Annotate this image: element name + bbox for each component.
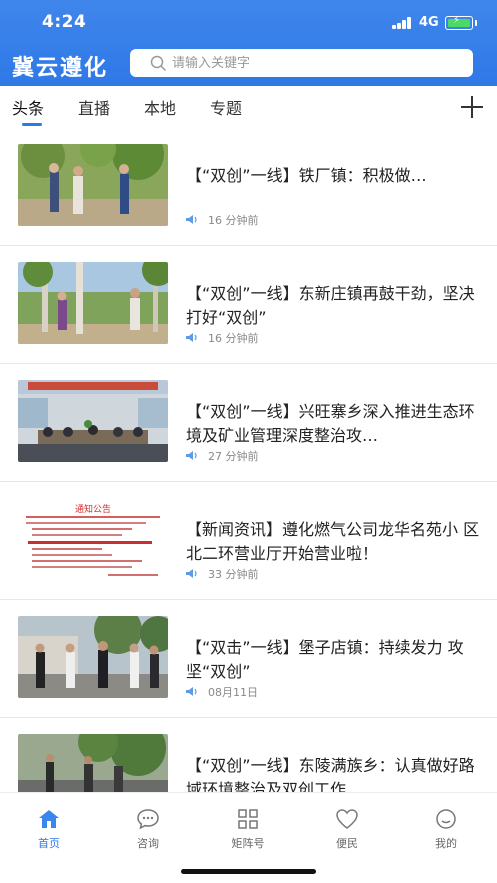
nav-label: 首页 xyxy=(38,837,60,850)
app-title: 冀云遵化 xyxy=(12,55,109,81)
battery-cap xyxy=(475,20,477,26)
nav-matrix[interactable]: 矩阵号 xyxy=(208,807,288,853)
audio-icon[interactable] xyxy=(186,686,198,697)
news-time: 33 分钟前 xyxy=(208,568,259,581)
news-thumbnail xyxy=(18,616,168,698)
news-time: 16 分钟前 xyxy=(208,332,259,345)
battery-icon: ⚡ xyxy=(445,15,473,30)
network-type: 4G xyxy=(419,15,439,30)
news-item[interactable]: 【“双创”一线】东陵满族乡：认真做好路域环境整治及双创工作 xyxy=(0,718,497,792)
news-thumbnail xyxy=(18,262,168,344)
search-box[interactable] xyxy=(130,49,473,77)
search-icon xyxy=(150,55,166,71)
news-item[interactable]: 【“双创”一线】兴旺寨乡深入推进生态环境及矿业管理深度整治攻… 27 分钟前 xyxy=(0,364,497,482)
nav-home[interactable]: 首页 xyxy=(9,807,89,853)
news-thumbnail xyxy=(18,144,168,226)
tab-local[interactable]: 本地 xyxy=(144,95,176,119)
audio-icon[interactable] xyxy=(186,332,198,343)
news-title: 【新闻资讯】遵化燃气公司龙华名苑小 区北二环营业厅开始营业啦！ xyxy=(186,520,480,563)
news-time: 08月11日 xyxy=(208,686,258,699)
news-item[interactable]: 通知公告 【新闻资讯】遵化燃气公司龙华名苑小 区北二环营业厅开始营业啦！ 33 … xyxy=(0,482,497,600)
news-title: 【“双创”一线】铁厂镇：积极做… xyxy=(186,166,427,185)
news-title: 【“双击”一线】堡子店镇：持续发力 攻坚“双创” xyxy=(186,638,464,681)
nav-label: 我的 xyxy=(435,837,457,850)
active-tab-indicator xyxy=(22,123,42,126)
tab-live[interactable]: 直播 xyxy=(78,95,110,119)
status-bar: 4:24 4G ⚡ xyxy=(0,0,497,44)
nav-convenience[interactable]: 便民 xyxy=(307,807,387,853)
search-input[interactable] xyxy=(172,49,462,77)
home-indicator xyxy=(181,869,316,874)
news-title: 【“双创”一线】东陵满族乡：认真做好路域环境整治及双创工作 xyxy=(186,756,475,792)
notice-text-lines xyxy=(26,516,160,576)
news-thumbnail xyxy=(18,380,168,462)
tab-topics[interactable]: 专题 xyxy=(210,95,242,119)
profile-icon xyxy=(436,809,456,829)
news-feed: 【“双创”一线】铁厂镇：积极做… 16 分钟前 【“双创”一线】东新庄镇再鼓干劲… xyxy=(0,128,497,792)
add-channel-icon[interactable] xyxy=(461,96,483,118)
news-title: 【“双创”一线】东新庄镇再鼓干劲，坚决打好“双创” xyxy=(186,284,475,327)
audio-icon[interactable] xyxy=(186,568,198,579)
news-item[interactable]: 【“双创”一线】铁厂镇：积极做… 16 分钟前 xyxy=(0,128,497,246)
nav-label: 咨询 xyxy=(137,837,159,850)
news-thumbnail xyxy=(18,734,168,792)
tab-headlines[interactable]: 头条 xyxy=(12,95,44,119)
nav-label: 便民 xyxy=(336,837,358,850)
news-thumbnail: 通知公告 xyxy=(18,498,168,580)
app-header: 4:24 4G ⚡ 冀云遵化 xyxy=(0,0,497,86)
news-time: 27 分钟前 xyxy=(208,450,259,463)
news-item[interactable]: 【“双击”一线】堡子店镇：持续发力 攻坚“双创” 08月11日 xyxy=(0,600,497,718)
audio-icon[interactable] xyxy=(186,214,198,225)
channel-tabs: 头条 直播 本地 专题 xyxy=(0,86,497,128)
news-time: 16 分钟前 xyxy=(208,214,259,227)
grid-icon xyxy=(238,809,258,829)
chat-icon xyxy=(137,809,159,830)
audio-icon[interactable] xyxy=(186,450,198,461)
status-time: 4:24 xyxy=(42,12,87,32)
news-item[interactable]: 【“双创”一线】东新庄镇再鼓干劲，坚决打好“双创” 16 分钟前 xyxy=(0,246,497,364)
home-icon xyxy=(39,810,59,828)
news-title: 【“双创”一线】兴旺寨乡深入推进生态环境及矿业管理深度整治攻… xyxy=(186,402,475,445)
nav-consult[interactable]: 咨询 xyxy=(108,807,188,853)
heart-icon xyxy=(336,809,358,829)
nav-profile[interactable]: 我的 xyxy=(406,807,486,853)
nav-label: 矩阵号 xyxy=(231,837,265,850)
signal-icon xyxy=(392,17,412,29)
